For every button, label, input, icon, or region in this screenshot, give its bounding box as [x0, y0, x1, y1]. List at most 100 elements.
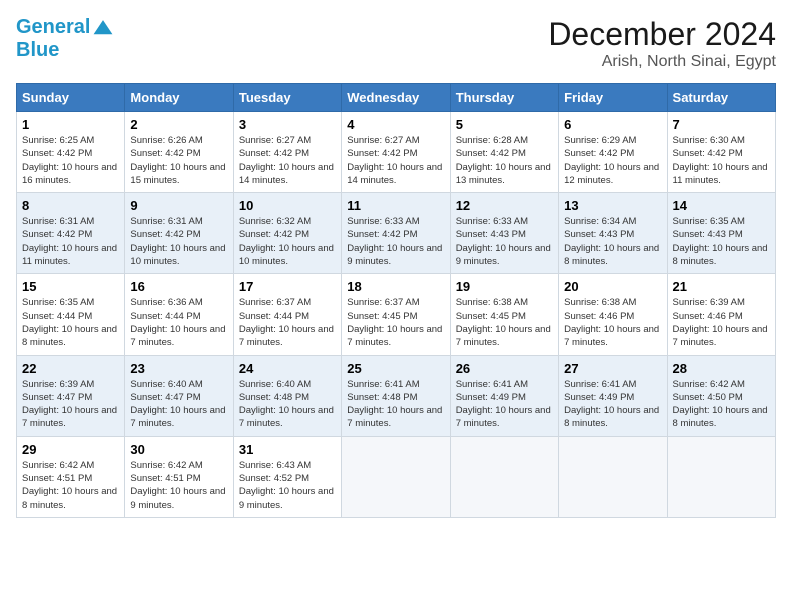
- day-cell-5: 5 Sunrise: 6:28 AM Sunset: 4:42 PM Dayli…: [450, 112, 558, 193]
- day-number: 17: [239, 279, 336, 294]
- calendar-header-row: SundayMondayTuesdayWednesdayThursdayFrid…: [17, 84, 776, 112]
- header-monday: Monday: [125, 84, 233, 112]
- header-saturday: Saturday: [667, 84, 775, 112]
- day-number: 9: [130, 198, 227, 213]
- day-number: 31: [239, 442, 336, 457]
- day-number: 7: [673, 117, 770, 132]
- day-number: 26: [456, 361, 553, 376]
- empty-cell: [667, 436, 775, 517]
- title-block: December 2024 Arish, North Sinai, Egypt: [548, 16, 776, 71]
- day-number: 24: [239, 361, 336, 376]
- day-number: 14: [673, 198, 770, 213]
- logo: General Blue: [16, 16, 114, 62]
- day-detail: Sunrise: 6:41 AM Sunset: 4:48 PM Dayligh…: [347, 378, 444, 431]
- week-row-4: 22 Sunrise: 6:39 AM Sunset: 4:47 PM Dayl…: [17, 355, 776, 436]
- day-cell-31: 31 Sunrise: 6:43 AM Sunset: 4:52 PM Dayl…: [233, 436, 341, 517]
- day-detail: Sunrise: 6:34 AM Sunset: 4:43 PM Dayligh…: [564, 215, 661, 268]
- day-detail: Sunrise: 6:31 AM Sunset: 4:42 PM Dayligh…: [22, 215, 119, 268]
- header-tuesday: Tuesday: [233, 84, 341, 112]
- week-row-3: 15 Sunrise: 6:35 AM Sunset: 4:44 PM Dayl…: [17, 274, 776, 355]
- day-number: 8: [22, 198, 119, 213]
- day-cell-27: 27 Sunrise: 6:41 AM Sunset: 4:49 PM Dayl…: [559, 355, 667, 436]
- day-detail: Sunrise: 6:41 AM Sunset: 4:49 PM Dayligh…: [564, 378, 661, 431]
- day-number: 15: [22, 279, 119, 294]
- week-row-2: 8 Sunrise: 6:31 AM Sunset: 4:42 PM Dayli…: [17, 193, 776, 274]
- week-row-5: 29 Sunrise: 6:42 AM Sunset: 4:51 PM Dayl…: [17, 436, 776, 517]
- day-cell-13: 13 Sunrise: 6:34 AM Sunset: 4:43 PM Dayl…: [559, 193, 667, 274]
- day-detail: Sunrise: 6:36 AM Sunset: 4:44 PM Dayligh…: [130, 296, 227, 349]
- day-detail: Sunrise: 6:39 AM Sunset: 4:47 PM Dayligh…: [22, 378, 119, 431]
- day-cell-19: 19 Sunrise: 6:38 AM Sunset: 4:45 PM Dayl…: [450, 274, 558, 355]
- day-number: 1: [22, 117, 119, 132]
- day-cell-8: 8 Sunrise: 6:31 AM Sunset: 4:42 PM Dayli…: [17, 193, 125, 274]
- day-number: 19: [456, 279, 553, 294]
- day-detail: Sunrise: 6:28 AM Sunset: 4:42 PM Dayligh…: [456, 134, 553, 187]
- day-detail: Sunrise: 6:30 AM Sunset: 4:42 PM Dayligh…: [673, 134, 770, 187]
- header-friday: Friday: [559, 84, 667, 112]
- day-detail: Sunrise: 6:38 AM Sunset: 4:45 PM Dayligh…: [456, 296, 553, 349]
- day-number: 22: [22, 361, 119, 376]
- day-cell-3: 3 Sunrise: 6:27 AM Sunset: 4:42 PM Dayli…: [233, 112, 341, 193]
- logo-text: General: [16, 16, 114, 39]
- day-detail: Sunrise: 6:33 AM Sunset: 4:43 PM Dayligh…: [456, 215, 553, 268]
- day-cell-2: 2 Sunrise: 6:26 AM Sunset: 4:42 PM Dayli…: [125, 112, 233, 193]
- logo-icon: [92, 17, 114, 39]
- day-number: 13: [564, 198, 661, 213]
- calendar-table: SundayMondayTuesdayWednesdayThursdayFrid…: [16, 83, 776, 518]
- day-detail: Sunrise: 6:37 AM Sunset: 4:45 PM Dayligh…: [347, 296, 444, 349]
- day-detail: Sunrise: 6:32 AM Sunset: 4:42 PM Dayligh…: [239, 215, 336, 268]
- day-cell-22: 22 Sunrise: 6:39 AM Sunset: 4:47 PM Dayl…: [17, 355, 125, 436]
- header-sunday: Sunday: [17, 84, 125, 112]
- day-detail: Sunrise: 6:42 AM Sunset: 4:50 PM Dayligh…: [673, 378, 770, 431]
- day-detail: Sunrise: 6:25 AM Sunset: 4:42 PM Dayligh…: [22, 134, 119, 187]
- day-cell-20: 20 Sunrise: 6:38 AM Sunset: 4:46 PM Dayl…: [559, 274, 667, 355]
- day-number: 16: [130, 279, 227, 294]
- day-number: 6: [564, 117, 661, 132]
- day-cell-12: 12 Sunrise: 6:33 AM Sunset: 4:43 PM Dayl…: [450, 193, 558, 274]
- day-detail: Sunrise: 6:35 AM Sunset: 4:43 PM Dayligh…: [673, 215, 770, 268]
- day-number: 30: [130, 442, 227, 457]
- day-cell-1: 1 Sunrise: 6:25 AM Sunset: 4:42 PM Dayli…: [17, 112, 125, 193]
- week-row-1: 1 Sunrise: 6:25 AM Sunset: 4:42 PM Dayli…: [17, 112, 776, 193]
- day-detail: Sunrise: 6:43 AM Sunset: 4:52 PM Dayligh…: [239, 459, 336, 512]
- day-detail: Sunrise: 6:42 AM Sunset: 4:51 PM Dayligh…: [130, 459, 227, 512]
- day-detail: Sunrise: 6:40 AM Sunset: 4:47 PM Dayligh…: [130, 378, 227, 431]
- page-header: General Blue December 2024 Arish, North …: [16, 16, 776, 71]
- month-title: December 2024: [548, 16, 776, 53]
- day-detail: Sunrise: 6:29 AM Sunset: 4:42 PM Dayligh…: [564, 134, 661, 187]
- day-detail: Sunrise: 6:42 AM Sunset: 4:51 PM Dayligh…: [22, 459, 119, 512]
- day-cell-18: 18 Sunrise: 6:37 AM Sunset: 4:45 PM Dayl…: [342, 274, 450, 355]
- day-cell-24: 24 Sunrise: 6:40 AM Sunset: 4:48 PM Dayl…: [233, 355, 341, 436]
- day-number: 10: [239, 198, 336, 213]
- day-detail: Sunrise: 6:26 AM Sunset: 4:42 PM Dayligh…: [130, 134, 227, 187]
- day-cell-9: 9 Sunrise: 6:31 AM Sunset: 4:42 PM Dayli…: [125, 193, 233, 274]
- day-detail: Sunrise: 6:35 AM Sunset: 4:44 PM Dayligh…: [22, 296, 119, 349]
- day-cell-25: 25 Sunrise: 6:41 AM Sunset: 4:48 PM Dayl…: [342, 355, 450, 436]
- empty-cell: [559, 436, 667, 517]
- day-detail: Sunrise: 6:40 AM Sunset: 4:48 PM Dayligh…: [239, 378, 336, 431]
- day-cell-16: 16 Sunrise: 6:36 AM Sunset: 4:44 PM Dayl…: [125, 274, 233, 355]
- day-detail: Sunrise: 6:38 AM Sunset: 4:46 PM Dayligh…: [564, 296, 661, 349]
- day-number: 5: [456, 117, 553, 132]
- day-cell-26: 26 Sunrise: 6:41 AM Sunset: 4:49 PM Dayl…: [450, 355, 558, 436]
- day-number: 29: [22, 442, 119, 457]
- day-number: 3: [239, 117, 336, 132]
- day-detail: Sunrise: 6:31 AM Sunset: 4:42 PM Dayligh…: [130, 215, 227, 268]
- day-cell-14: 14 Sunrise: 6:35 AM Sunset: 4:43 PM Dayl…: [667, 193, 775, 274]
- day-number: 2: [130, 117, 227, 132]
- day-cell-15: 15 Sunrise: 6:35 AM Sunset: 4:44 PM Dayl…: [17, 274, 125, 355]
- header-wednesday: Wednesday: [342, 84, 450, 112]
- day-number: 25: [347, 361, 444, 376]
- day-number: 23: [130, 361, 227, 376]
- day-detail: Sunrise: 6:27 AM Sunset: 4:42 PM Dayligh…: [239, 134, 336, 187]
- day-cell-30: 30 Sunrise: 6:42 AM Sunset: 4:51 PM Dayl…: [125, 436, 233, 517]
- day-cell-21: 21 Sunrise: 6:39 AM Sunset: 4:46 PM Dayl…: [667, 274, 775, 355]
- empty-cell: [450, 436, 558, 517]
- day-detail: Sunrise: 6:33 AM Sunset: 4:42 PM Dayligh…: [347, 215, 444, 268]
- day-cell-11: 11 Sunrise: 6:33 AM Sunset: 4:42 PM Dayl…: [342, 193, 450, 274]
- location-title: Arish, North Sinai, Egypt: [548, 53, 776, 71]
- day-detail: Sunrise: 6:27 AM Sunset: 4:42 PM Dayligh…: [347, 134, 444, 187]
- day-number: 28: [673, 361, 770, 376]
- day-cell-29: 29 Sunrise: 6:42 AM Sunset: 4:51 PM Dayl…: [17, 436, 125, 517]
- day-cell-7: 7 Sunrise: 6:30 AM Sunset: 4:42 PM Dayli…: [667, 112, 775, 193]
